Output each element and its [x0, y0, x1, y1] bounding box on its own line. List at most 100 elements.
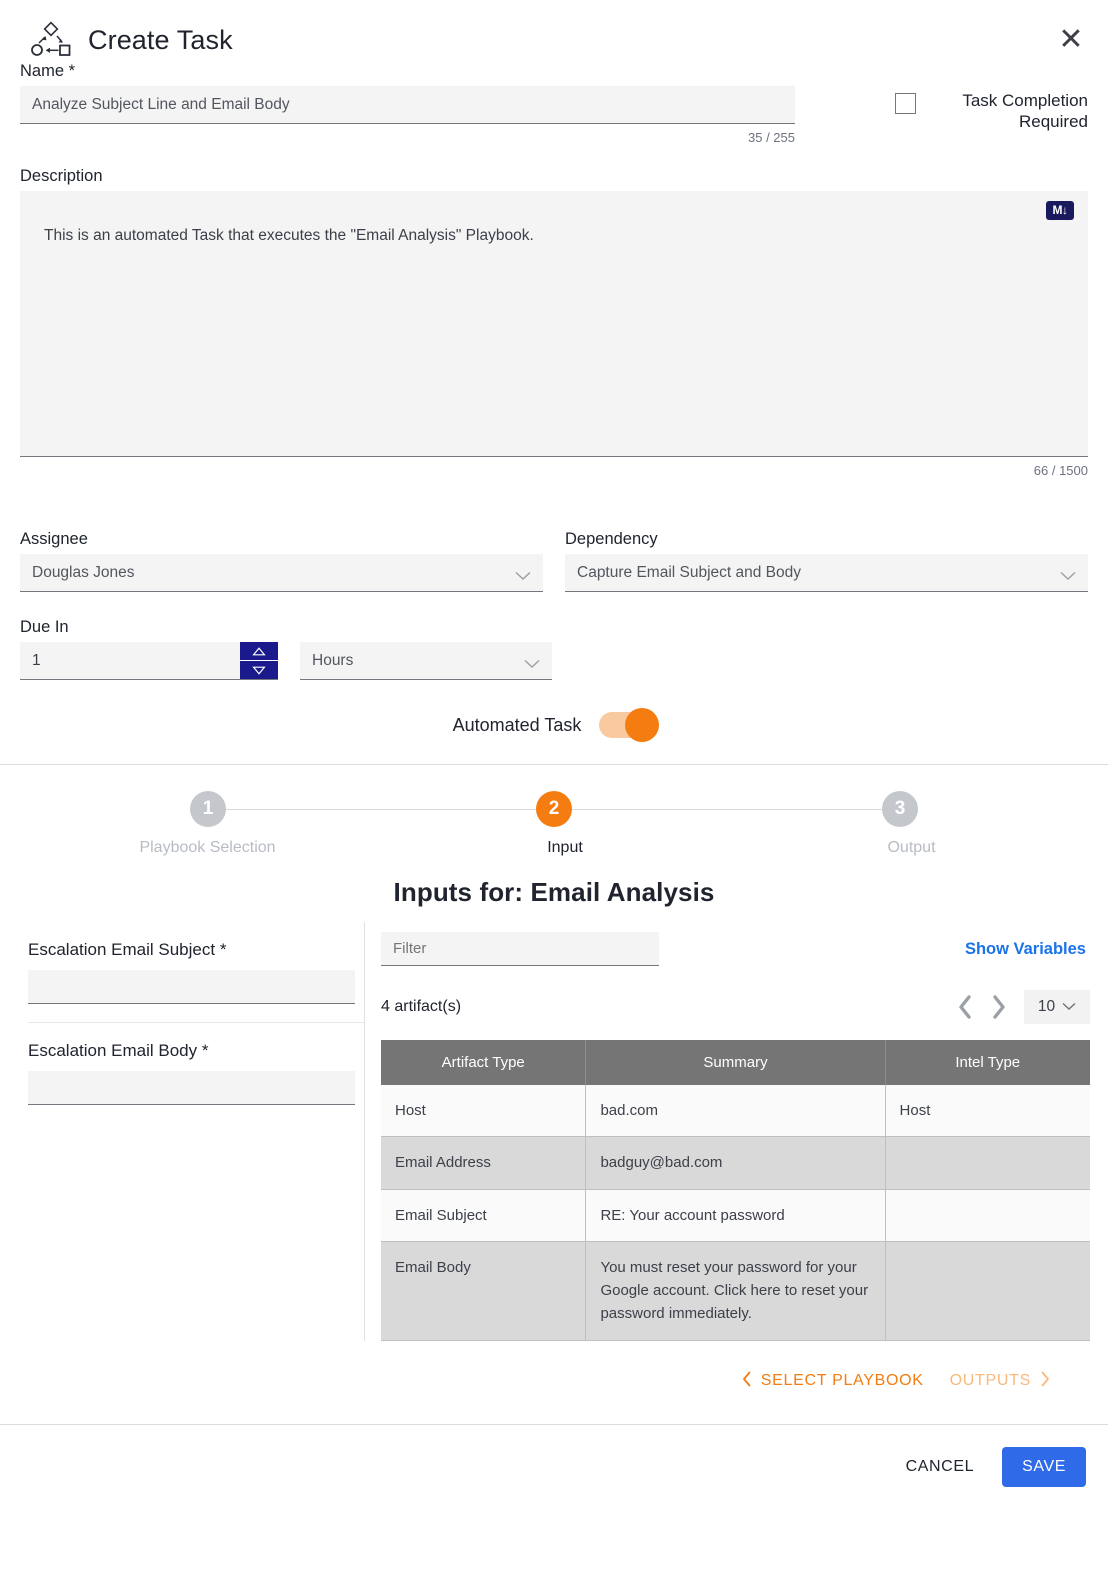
- chevron-left-icon: [742, 1371, 752, 1392]
- dependency-select[interactable]: Capture Email Subject and Body: [565, 554, 1088, 592]
- save-button[interactable]: SAVE: [1002, 1446, 1086, 1487]
- chevron-down-icon: [524, 656, 540, 668]
- wizard-connector-2: [572, 808, 882, 810]
- dependency-group: Dependency Capture Email Subject and Bod…: [565, 530, 1088, 592]
- cell-intel-type: [885, 1241, 1090, 1341]
- close-icon[interactable]: ✕: [1054, 23, 1088, 57]
- workflow-icon: [28, 21, 74, 59]
- artifacts-count-row: 4 artifact(s) 10: [381, 990, 1090, 1024]
- cell-summary: bad.com: [585, 1085, 886, 1138]
- wizard-step-3[interactable]: 3: [882, 791, 918, 827]
- show-variables-link[interactable]: Show Variables: [965, 940, 1090, 959]
- task-completion-label: Task Completion Required: [962, 91, 1088, 132]
- page-size-value: 10: [1037, 998, 1056, 1015]
- artifacts-filter-row: Show Variables: [381, 922, 1090, 966]
- due-in-value[interactable]: 1: [20, 642, 240, 679]
- table-row[interactable]: Email Address badguy@bad.com: [381, 1136, 1090, 1190]
- column-header-artifact-type[interactable]: Artifact Type: [381, 1040, 587, 1085]
- assignee-value: Douglas Jones: [32, 563, 135, 581]
- artifacts-pane: Show Variables 4 artifact(s) 10: [365, 922, 1108, 1341]
- due-in-group: Due In 1 Hours: [0, 618, 1108, 680]
- wizard-stepper: 1 2 3 Playbook Selection Input Output: [0, 765, 1108, 857]
- dialog-header: Create Task ✕: [0, 0, 1108, 62]
- due-in-unit-value: Hours: [312, 651, 354, 669]
- stepper-decrement-icon[interactable]: [240, 661, 278, 679]
- cell-artifact-type: Host: [381, 1085, 587, 1138]
- outputs-label: OUTPUTS: [949, 1372, 1031, 1389]
- artifact-count: 4 artifact(s): [381, 998, 462, 1015]
- escalation-email-body-group: Escalation Email Body *: [28, 1023, 364, 1123]
- cell-summary: badguy@bad.com: [585, 1136, 886, 1190]
- escalation-email-body-label: Escalation Email Body *: [28, 1041, 209, 1060]
- inputs-left-pane: Escalation Email Subject * Escalation Em…: [0, 922, 365, 1341]
- escalation-email-body-input[interactable]: [28, 1071, 355, 1105]
- chevron-left-icon[interactable]: [956, 994, 974, 1020]
- wizard-label-playbook-selection[interactable]: Playbook Selection: [20, 839, 395, 857]
- task-completion-checkbox[interactable]: [895, 93, 916, 114]
- description-group: Description This is an automated Task th…: [0, 167, 1108, 478]
- name-input[interactable]: [20, 86, 795, 124]
- select-playbook-label: SELECT PLAYBOOK: [760, 1372, 924, 1389]
- cancel-button[interactable]: CANCEL: [890, 1448, 991, 1486]
- cell-summary: RE: Your account password: [585, 1189, 886, 1242]
- assignee-group: Assignee Douglas Jones: [20, 530, 543, 592]
- cell-intel-type: [885, 1136, 1090, 1190]
- automated-task-row: Automated Task: [0, 708, 1108, 742]
- inputs-heading: Inputs for: Email Analysis: [393, 877, 715, 907]
- assignee-label: Assignee: [20, 530, 88, 548]
- name-field-group: Name * 35 / 255: [20, 62, 795, 145]
- column-header-intel-type[interactable]: Intel Type: [885, 1040, 1090, 1085]
- outputs-nav-button[interactable]: OUTPUTS: [950, 1371, 1050, 1392]
- wizard-label-input[interactable]: Input: [395, 839, 735, 857]
- cell-artifact-type: Email Body: [381, 1241, 587, 1341]
- toggle-knob: [625, 708, 660, 742]
- cell-intel-type: [885, 1189, 1090, 1242]
- select-playbook-nav-button[interactable]: SELECT PLAYBOOK: [742, 1371, 924, 1392]
- escalation-email-subject-group: Escalation Email Subject *: [28, 922, 364, 1023]
- chevron-down-icon: [1062, 998, 1076, 1016]
- assignee-select[interactable]: Douglas Jones: [20, 554, 543, 592]
- wizard-label-output[interactable]: Output: [735, 839, 1088, 857]
- table-header-row: Artifact Type Summary Intel Type: [381, 1040, 1090, 1085]
- stepper-increment-icon[interactable]: [240, 642, 278, 661]
- chevron-right-icon[interactable]: [990, 994, 1008, 1020]
- description-textarea[interactable]: This is an automated Task that executes …: [20, 191, 1088, 457]
- table-row[interactable]: Email Subject RE: Your account password: [381, 1189, 1090, 1242]
- cell-artifact-type: Email Subject: [381, 1189, 587, 1242]
- automated-task-toggle[interactable]: [599, 708, 660, 742]
- artifacts-pager: 10: [956, 990, 1090, 1024]
- due-in-stepper[interactable]: 1: [20, 642, 278, 680]
- dependency-label: Dependency: [565, 530, 658, 548]
- description-label: Description: [20, 167, 103, 185]
- cell-artifact-type: Email Address: [381, 1136, 587, 1190]
- cell-summary: You must reset your password for your Go…: [585, 1241, 886, 1341]
- page-size-select[interactable]: 10: [1024, 990, 1090, 1024]
- column-header-summary[interactable]: Summary: [585, 1040, 886, 1085]
- wizard-step-2[interactable]: 2: [536, 791, 572, 827]
- markdown-icon[interactable]: M↓: [1046, 201, 1074, 220]
- page-title: Create Task: [88, 24, 233, 55]
- table-row[interactable]: Host bad.com Host: [381, 1085, 1090, 1138]
- cell-intel-type: Host: [885, 1085, 1090, 1138]
- name-label: Name *: [20, 62, 76, 80]
- dialog-footer: CANCEL SAVE: [0, 1425, 1108, 1487]
- chevron-down-icon: [515, 568, 531, 580]
- escalation-email-subject-input[interactable]: [28, 970, 355, 1004]
- dependency-value: Capture Email Subject and Body: [577, 563, 802, 581]
- wizard-connector-1: [226, 808, 536, 810]
- name-row: Name * 35 / 255 Task Completion Required: [0, 62, 1108, 145]
- description-counter: 66 / 1500: [1033, 463, 1088, 478]
- task-completion-group: Task Completion Required: [873, 62, 1088, 133]
- wizard-navigation: SELECT PLAYBOOK OUTPUTS: [0, 1341, 1108, 1392]
- chevron-right-icon: [1040, 1371, 1050, 1392]
- table-row[interactable]: Email Body You must reset your password …: [381, 1241, 1090, 1341]
- inputs-body: Escalation Email Subject * Escalation Em…: [0, 922, 1108, 1341]
- chevron-down-icon: [1060, 568, 1076, 580]
- wizard-step-1[interactable]: 1: [190, 791, 226, 827]
- automated-task-label: Automated Task: [452, 714, 582, 735]
- due-in-unit-select[interactable]: Hours: [300, 642, 552, 680]
- name-counter: 35 / 255: [748, 130, 795, 145]
- due-in-label: Due In: [20, 618, 69, 636]
- filter-input[interactable]: [381, 932, 659, 966]
- assignee-dependency-row: Assignee Douglas Jones Dependency Captur…: [0, 530, 1108, 592]
